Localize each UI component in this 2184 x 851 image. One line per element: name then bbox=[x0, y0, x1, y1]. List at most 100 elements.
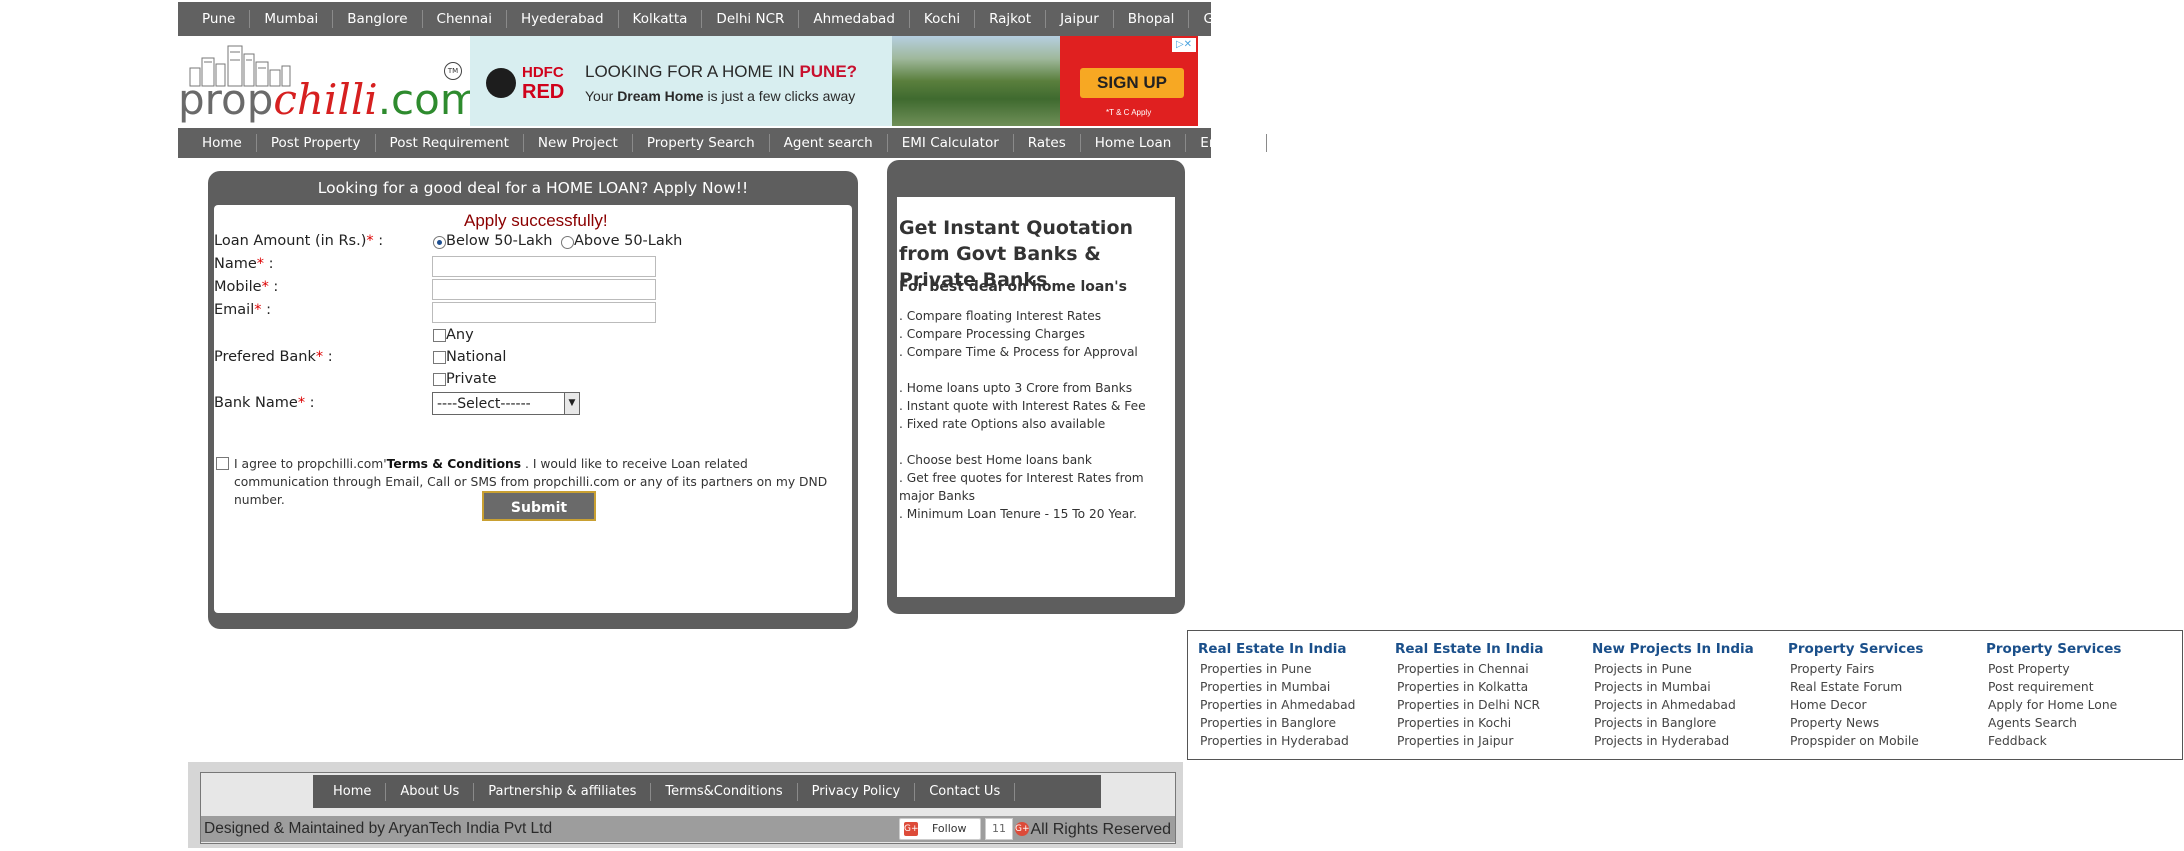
nav-enquiry[interactable]: Enquiry bbox=[1186, 134, 1267, 152]
city-link-rajkot[interactable]: Rajkot bbox=[975, 10, 1047, 28]
city-bar: Pune Mumbai Banglore Chennai Hyederabad … bbox=[178, 2, 1230, 36]
footer-link[interactable]: Home Decor bbox=[1788, 696, 1923, 714]
link-column-new-projects: New Projects In India Projects in Pune P… bbox=[1592, 641, 1754, 750]
footer-link[interactable]: Apply for Home Lone bbox=[1986, 696, 2121, 714]
footer-link[interactable]: Properties in Mumbai bbox=[1198, 678, 1355, 696]
hdfc-logo-icon bbox=[486, 68, 516, 98]
footer-link[interactable]: Agents Search bbox=[1986, 714, 2121, 732]
footer-link[interactable]: Properties in Ahmedabad bbox=[1198, 696, 1355, 714]
nav-property-search[interactable]: Property Search bbox=[633, 134, 770, 152]
city-link-kochi[interactable]: Kochi bbox=[910, 10, 976, 28]
footer-links-table: Real Estate In India Properties in Pune … bbox=[1187, 630, 2183, 760]
email-field[interactable] bbox=[432, 302, 656, 323]
footer-link[interactable]: Properties in Banglore bbox=[1198, 714, 1355, 732]
footer-link[interactable]: Projects in Mumbai bbox=[1592, 678, 1754, 696]
checkbox-agree-terms[interactable] bbox=[216, 457, 229, 470]
nav-agent-search[interactable]: Agent search bbox=[770, 134, 888, 152]
footer-link[interactable]: Properties in Hyderabad bbox=[1198, 732, 1355, 750]
bank-name-select[interactable]: ----Select------ ▼ bbox=[432, 392, 580, 415]
home-loan-panel: Looking for a good deal for a HOME LOAN?… bbox=[208, 171, 858, 629]
footer-link[interactable]: Feddback bbox=[1986, 732, 2121, 750]
footer-link[interactable]: Properties in Delhi NCR bbox=[1395, 696, 1544, 714]
terms-link[interactable]: Terms & Conditions bbox=[387, 457, 521, 471]
footer-nav-partnership[interactable]: Partnership & affiliates bbox=[474, 782, 652, 801]
footer-nav-privacy[interactable]: Privacy Policy bbox=[798, 782, 916, 801]
checkbox-private-bank[interactable] bbox=[433, 373, 446, 386]
link-column-real-estate-2: Real Estate In India Properties in Chenn… bbox=[1395, 641, 1544, 750]
footer-link[interactable]: Projects in Pune bbox=[1592, 660, 1754, 678]
private-bank-label: Private bbox=[446, 371, 497, 387]
footer-link[interactable]: Projects in Ahmedabad bbox=[1592, 696, 1754, 714]
nav-home-loan[interactable]: Home Loan bbox=[1081, 134, 1187, 152]
city-link-bhopal[interactable]: Bhopal bbox=[1114, 10, 1190, 28]
footer-link[interactable]: Property Fairs bbox=[1788, 660, 1923, 678]
column-heading: Real Estate In India bbox=[1198, 641, 1347, 657]
quote-item: . Fixed rate Options also available bbox=[899, 417, 1106, 431]
footer-link[interactable]: Properties in Kochi bbox=[1395, 714, 1544, 732]
ad-cta-panel: SIGN UP *T & C Apply ▷✕ bbox=[1060, 36, 1198, 126]
name-label: Name* : bbox=[214, 256, 274, 272]
city-link-goa[interactable]: Goa bbox=[1189, 10, 1244, 28]
footer-link[interactable]: Property News bbox=[1788, 714, 1923, 732]
national-bank-label: National bbox=[446, 349, 507, 365]
ad-brand-bottom: RED bbox=[522, 81, 565, 103]
footer-link[interactable]: Properties in Chennai bbox=[1395, 660, 1544, 678]
footer-link[interactable]: Post Property bbox=[1986, 660, 2121, 678]
footer-nav-terms[interactable]: Terms&Conditions bbox=[651, 782, 798, 801]
footer-link[interactable]: Properties in Kolkatta bbox=[1395, 678, 1544, 696]
nav-home[interactable]: Home bbox=[188, 134, 257, 152]
submit-details-button[interactable]: Submit Details bbox=[482, 491, 596, 546]
footer-link[interactable]: Real Estate Forum bbox=[1788, 678, 1923, 696]
nav-post-requirement[interactable]: Post Requirement bbox=[376, 134, 524, 152]
google-plus-icon[interactable]: G+ bbox=[1015, 822, 1030, 836]
footer-link[interactable]: Properties in Jaipur bbox=[1395, 732, 1544, 750]
quotation-subheading: For best deal on home loan's bbox=[899, 279, 1127, 295]
column-heading: Property Services bbox=[1788, 641, 1924, 657]
loan-amount-label: Loan Amount (in Rs.)* : bbox=[214, 233, 384, 249]
footer-link[interactable]: Post requirement bbox=[1986, 678, 2121, 696]
footer-link[interactable]: Properties in Pune bbox=[1198, 660, 1355, 678]
adchoices-icon[interactable]: ▷✕ bbox=[1172, 38, 1196, 52]
city-link-delhi-ncr[interactable]: Delhi NCR bbox=[702, 10, 800, 28]
all-rights-reserved: All Rights Reserved bbox=[1030, 821, 1172, 838]
follow-count: 11 bbox=[985, 818, 1013, 840]
city-link-jaipur[interactable]: Jaipur bbox=[1046, 10, 1114, 28]
site-logo[interactable]: propchilli.com TM bbox=[178, 40, 481, 128]
footer-nav: Home About Us Partnership & affiliates T… bbox=[313, 775, 1101, 808]
footer-lower: Designed & Maintained by AryanTech India… bbox=[201, 816, 1175, 842]
checkbox-national-bank[interactable] bbox=[433, 351, 446, 364]
footer-nav-home[interactable]: Home bbox=[319, 782, 387, 801]
hdfc-red-ad-banner[interactable]: HDFC RED LOOKING FOR A HOME IN PUNE? You… bbox=[470, 36, 1198, 126]
nav-rates[interactable]: Rates bbox=[1014, 134, 1081, 152]
bank-name-label: Bank Name* : bbox=[214, 395, 315, 411]
city-link-kolkatta[interactable]: Kolkatta bbox=[619, 10, 703, 28]
link-column-property-services-1: Property Services Property Fairs Real Es… bbox=[1788, 641, 1923, 750]
column-heading: New Projects In India bbox=[1592, 641, 1754, 657]
radio-below-50-lakh[interactable] bbox=[433, 236, 446, 249]
name-field[interactable] bbox=[432, 256, 656, 277]
city-link-chennai[interactable]: Chennai bbox=[423, 10, 507, 28]
footer-link[interactable]: Propspider on Mobile bbox=[1788, 732, 1923, 750]
footer-link[interactable]: Projects in Hyderabad bbox=[1592, 732, 1754, 750]
footer-nav-about-us[interactable]: About Us bbox=[386, 782, 475, 801]
ad-signup-button[interactable]: SIGN UP bbox=[1080, 68, 1184, 98]
radio-above-50-lakh[interactable] bbox=[561, 236, 574, 249]
footer-nav-contact[interactable]: Contact Us bbox=[915, 782, 1016, 801]
mobile-field[interactable] bbox=[432, 279, 656, 300]
city-link-pune[interactable]: Pune bbox=[188, 10, 251, 28]
google-plus-follow-button[interactable]: G+ Follow bbox=[899, 818, 981, 840]
city-link-hyderabad[interactable]: Hyederabad bbox=[507, 10, 619, 28]
logo-wordmark: propchilli.com bbox=[178, 75, 481, 124]
city-link-mumbai[interactable]: Mumbai bbox=[250, 10, 334, 28]
checkbox-any-bank[interactable] bbox=[433, 329, 446, 342]
nav-emi-calculator[interactable]: EMI Calculator bbox=[888, 134, 1014, 152]
city-link-ahmedabad[interactable]: Ahmedabad bbox=[799, 10, 910, 28]
footer-link[interactable]: Projects in Banglore bbox=[1592, 714, 1754, 732]
quote-item: . Instant quote with Interest Rates & Fe… bbox=[899, 399, 1146, 413]
column-heading: Property Services bbox=[1986, 641, 2122, 657]
loan-panel-title: Looking for a good deal for a HOME LOAN?… bbox=[317, 179, 749, 197]
nav-new-project[interactable]: New Project bbox=[524, 134, 633, 152]
loan-form: Apply successfully! Loan Amount (in Rs.)… bbox=[214, 205, 852, 613]
nav-post-property[interactable]: Post Property bbox=[257, 134, 376, 152]
city-link-banglore[interactable]: Banglore bbox=[333, 10, 423, 28]
